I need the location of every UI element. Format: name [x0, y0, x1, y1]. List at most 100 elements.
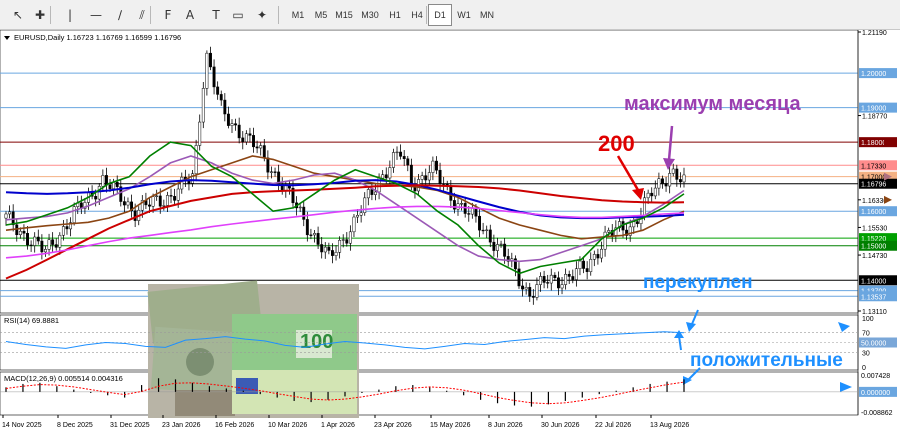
cursor-icon[interactable]: ↖ — [8, 4, 28, 26]
candle-body — [112, 181, 116, 189]
timeframe-h4[interactable]: H4 — [405, 4, 429, 26]
timeframe-w1[interactable]: W1 — [452, 4, 476, 26]
candle-body — [18, 230, 22, 236]
candle-body — [635, 221, 639, 224]
annotation-month-high: максимум месяца — [624, 93, 802, 115]
candle-body — [496, 244, 499, 251]
candle-body — [176, 188, 180, 201]
candle-body — [104, 175, 108, 186]
candle-body — [370, 189, 374, 195]
candle-body — [363, 197, 367, 213]
price-label: 1.18000 — [861, 140, 886, 147]
euro-100-digits: 100 — [300, 331, 333, 353]
rsi-tick-label: 70 — [862, 331, 870, 338]
candle-body — [29, 244, 33, 247]
candle-body — [492, 241, 496, 251]
candle-body — [327, 246, 331, 251]
candle-body — [255, 146, 259, 149]
candle-body — [298, 206, 302, 209]
candle-body — [169, 195, 173, 197]
candle-body — [657, 178, 661, 189]
candle-body — [438, 169, 442, 184]
candle-body — [230, 123, 234, 126]
candle-body — [571, 276, 575, 280]
candle-body — [36, 236, 40, 242]
vertical-line-icon[interactable]: | — [60, 4, 80, 26]
price-label: 1.13537 — [861, 294, 886, 301]
candle-body — [65, 226, 69, 230]
candle-body — [481, 229, 485, 232]
candle-body — [643, 197, 646, 216]
crosshair-icon[interactable]: ✚ — [30, 4, 50, 26]
trendline-icon[interactable]: ∕ — [110, 4, 130, 26]
rectangle-icon[interactable]: ▭ — [228, 4, 248, 26]
candle-body — [578, 260, 582, 269]
chart-header: EURUSD,Daily 1.16723 1.16769 1.16599 1.1… — [14, 33, 181, 42]
price-tick-label: 1.21190 — [862, 30, 887, 37]
date-tick-label: 14 Nov 2025 — [2, 422, 42, 429]
candle-body — [262, 145, 266, 159]
candle-body — [517, 268, 521, 287]
timeframe-d1[interactable]: D1 — [428, 4, 452, 26]
candle-body — [682, 174, 686, 183]
timeframe-m15[interactable]: M15 — [332, 4, 356, 26]
price-tick-label: 1.16330 — [862, 198, 887, 205]
candle-body — [564, 273, 568, 285]
candle-body — [567, 273, 571, 277]
timeframe-m30[interactable]: M30 — [358, 4, 382, 26]
candle-body — [582, 260, 586, 269]
candle-body — [97, 186, 101, 200]
chart-area: 100 EURUSD,Daily 1.16723 1.16769 1.16599 … — [0, 30, 897, 429]
candle-body — [158, 195, 162, 207]
timeframe-mn[interactable]: MN — [475, 4, 499, 26]
candle-body — [241, 137, 245, 143]
price-label: 1.16796 — [861, 182, 886, 189]
candle-body — [600, 248, 603, 259]
fibonacci-icon[interactable]: F — [158, 4, 178, 26]
candle-body — [560, 284, 564, 289]
timeframe-h1[interactable]: H1 — [383, 4, 407, 26]
equidistant-channel-icon[interactable]: ⫽ — [132, 4, 152, 26]
candle-body — [424, 175, 428, 181]
candle-body — [22, 230, 26, 234]
candle-body — [399, 151, 403, 157]
price-tick-label: 1.15530 — [862, 225, 887, 232]
candle-body — [607, 230, 611, 233]
candle-body — [320, 244, 324, 253]
horizontal-line-icon[interactable]: — — [86, 4, 106, 26]
candle-body — [442, 183, 446, 185]
price-tick-label: 1.14730 — [862, 253, 887, 260]
candle-body — [270, 171, 273, 173]
candle-body — [485, 229, 489, 231]
candle-body — [528, 287, 532, 297]
shapes-icon[interactable]: ✦ — [252, 4, 272, 26]
candle-body — [427, 172, 431, 181]
macd-tick-label: 0.000000 — [861, 390, 890, 397]
candle-body — [309, 234, 313, 236]
candle-body — [531, 296, 535, 298]
candle-body — [148, 204, 151, 207]
date-tick-label: 15 May 2026 — [430, 422, 471, 429]
text-icon[interactable]: A — [180, 4, 200, 26]
candle-body — [334, 251, 338, 256]
candle-body — [259, 145, 263, 149]
candle-body — [201, 88, 205, 123]
candle-body — [226, 113, 230, 126]
candle-body — [47, 239, 51, 250]
candle-body — [553, 274, 557, 279]
candle-body — [115, 181, 119, 187]
candle-body — [352, 216, 356, 233]
candle-body — [678, 179, 682, 183]
timeframe-m1[interactable]: M1 — [286, 4, 310, 26]
timeframe-m5[interactable]: M5 — [309, 4, 333, 26]
candle-body — [338, 240, 342, 253]
candle-body — [234, 123, 238, 126]
candle-body — [216, 86, 220, 95]
candle-body — [539, 276, 542, 285]
price-label: 1.16000 — [861, 209, 886, 216]
rsi-tick-label: 30 — [862, 350, 870, 357]
candle-body — [341, 239, 345, 241]
level-arrow-icon — [884, 195, 892, 204]
text-label-icon[interactable]: T — [206, 4, 226, 26]
candle-body — [155, 195, 159, 197]
